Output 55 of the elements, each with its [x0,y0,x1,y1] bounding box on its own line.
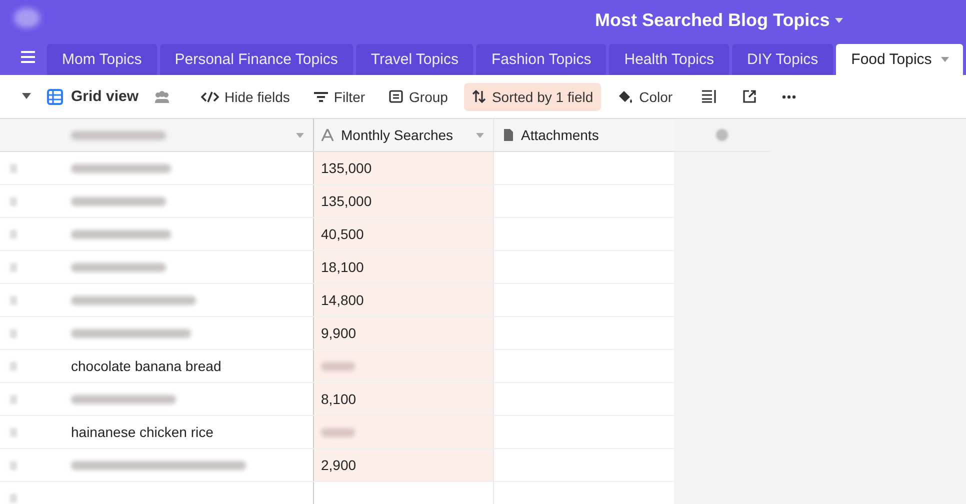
row-height-icon[interactable] [702,90,717,103]
column-header[interactable]: Attachments [494,119,674,151]
more-icon[interactable] [782,94,796,98]
blurred-row-number [10,296,17,304]
text-field-icon [321,129,334,141]
table-tab[interactable]: DIY Topics [732,44,834,75]
blurred-row-number [10,460,17,470]
people-icon[interactable] [152,90,171,102]
paint-bucket-icon [617,90,634,104]
blurred-row-number [10,164,17,172]
column-header[interactable]: Monthly Searches [314,119,494,151]
group-icon [389,90,404,103]
blurred-text [321,428,355,436]
table-tab[interactable]: Personal Finance Topics [160,44,353,75]
filter-icon [314,90,328,102]
table-cell: 9,900 [321,325,356,341]
table-tab[interactable]: Fashion Topics [476,44,606,75]
table-tab[interactable]: Travel Topics [356,44,474,75]
table-tab[interactable]: Food Topics [836,44,963,75]
table-cell: 135,000 [321,160,372,176]
table-cell: 135,000 [321,193,372,209]
blurred-row-number [10,262,17,272]
logo-icon [14,8,40,28]
blurred-row-number [10,428,17,436]
toolbar-button[interactable]: Group [381,82,456,110]
table-tab[interactable]: Mom Topics [47,44,157,75]
view-switcher[interactable]: Grid view [47,88,139,105]
table-cell: hainanese chicken rice [71,424,214,440]
table-cell: 40,500 [321,226,364,242]
table-cell: 8,100 [321,391,356,407]
toolbar-button[interactable]: Hide fields [192,82,298,110]
code-icon [200,90,219,102]
toolbar-button[interactable]: Filter [306,82,374,110]
grid-icon [47,88,63,104]
toolbar-button[interactable]: Color [609,82,681,110]
blurred-text [321,362,355,370]
share-icon[interactable] [742,90,756,103]
menu-icon[interactable] [21,51,35,63]
blurred-row-number [10,394,17,404]
blurred-row-number [10,362,17,370]
blurred-row-number [10,230,17,238]
blurred-row-number [10,328,17,338]
table-cell: 18,100 [321,259,364,275]
caret-icon[interactable] [22,93,31,100]
table-cell: 14,800 [321,292,364,308]
caret-icon[interactable] [834,18,843,22]
table-cell: 2,900 [321,457,356,473]
base-title[interactable]: Most Searched Blog Topics [595,10,830,30]
blurred-row-number [10,494,17,502]
sort-icon [472,90,486,103]
toolbar-button[interactable]: Sorted by 1 field [464,82,602,110]
table-cell: chocolate banana bread [71,358,222,374]
blurred-row-number [10,196,17,206]
table-tab[interactable]: Health Topics [609,44,730,75]
document-icon [503,128,514,142]
